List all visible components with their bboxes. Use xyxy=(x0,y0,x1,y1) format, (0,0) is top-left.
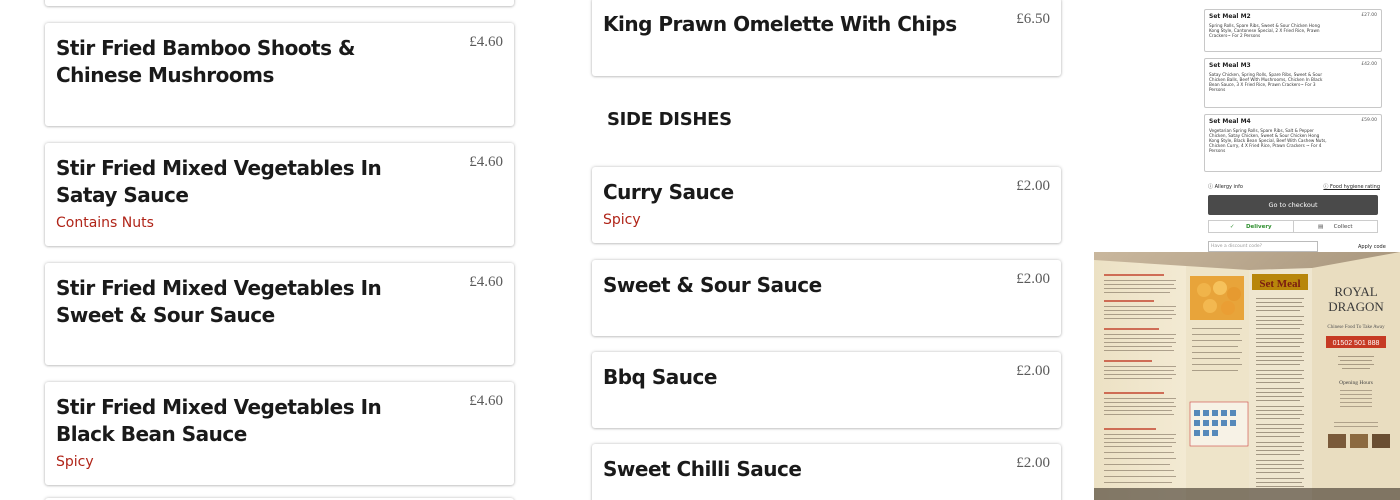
set-meal-price: £27.00 xyxy=(1361,13,1377,18)
item-name: Sweet & Sour Sauce xyxy=(603,273,822,297)
item-price: £2.00 xyxy=(1016,178,1050,194)
info-links-row: ⓘ Allergy info ⓘ Food hygiene rating xyxy=(1208,183,1380,192)
apply-code-link: Apply code xyxy=(1358,244,1386,250)
item-note: Contains Nuts xyxy=(56,215,154,231)
item-name: King Prawn Omelette With Chips xyxy=(603,12,957,36)
menu-item-card[interactable]: Sweet & Sour Sauce £2.00 xyxy=(592,260,1061,336)
brand-phone: 01502 501 888 xyxy=(1333,340,1380,347)
cart-preview-image: Set Meal M2 £27.00 Spring Rolls, Spare R… xyxy=(1094,0,1400,252)
takeaway-menu-photo: Set Meal ROYAL DRAGON Chinese Food To Tak… xyxy=(1094,252,1400,500)
set-meal-panel-title: Set Meal xyxy=(1259,278,1300,290)
item-price: £2.00 xyxy=(1016,455,1050,471)
set-meal-desc: Satay Chicken, Spring Rolls, Spare Ribs,… xyxy=(1209,72,1323,92)
item-name: Sweet Chilli Sauce xyxy=(603,457,802,481)
item-note: Spicy xyxy=(603,212,641,228)
item-name: Curry Sauce xyxy=(603,180,734,204)
set-meal-name: Set Meal M2 xyxy=(1209,13,1251,20)
menu-photo-image: Set Meal ROYAL DRAGON Chinese Food To Tak… xyxy=(1094,252,1400,500)
collect-option: ▤ Collect xyxy=(1317,223,1353,230)
delivery-option: ✓ Delivery xyxy=(1209,221,1294,232)
item-name: Stir Fried Mixed Vegetables In Satay Sau… xyxy=(56,156,382,207)
menu-item-card[interactable]: Curry Sauce £2.00 Spicy xyxy=(592,167,1061,243)
brand-title: ROYAL DRAGON xyxy=(1328,284,1384,314)
menu-item-card[interactable]: Stir Fried Mixed Vegetables In Black Bea… xyxy=(45,382,514,485)
checkout-button: Go to checkout xyxy=(1208,195,1378,215)
menu-item-card[interactable]: Bbq Sauce £2.00 xyxy=(592,352,1061,428)
item-price: £4.60 xyxy=(469,34,503,50)
item-price: £2.00 xyxy=(1016,271,1050,287)
set-meal-box: Set Meal M4 £59.00 Vegetarian Spring Rol… xyxy=(1204,114,1382,172)
menu-item-card[interactable]: Stir Fried Mixed Vegetables In Sweet & S… xyxy=(45,263,514,365)
brand-tagline: Chinese Food To Take Away xyxy=(1327,325,1385,330)
item-price: £4.60 xyxy=(469,274,503,290)
discount-code-input: Have a discount code? xyxy=(1208,241,1318,252)
item-note: Spicy xyxy=(56,454,94,470)
set-meal-box: Set Meal M3 £42.00 Satay Chicken, Spring… xyxy=(1204,58,1382,108)
section-title-side-dishes: SIDE DISHES xyxy=(607,109,732,130)
item-name: Bbq Sauce xyxy=(603,365,717,389)
item-price: £2.00 xyxy=(1016,363,1050,379)
set-meal-name: Set Meal M3 xyxy=(1209,62,1251,69)
menu-item-card[interactable]: Sweet Chilli Sauce £2.00 xyxy=(592,444,1061,500)
menu-item-card[interactable]: King Prawn Omelette With Chips £6.50 xyxy=(592,0,1061,76)
set-meal-name: Set Meal M4 xyxy=(1209,118,1251,125)
set-meal-box: Set Meal M2 £27.00 Spring Rolls, Spare R… xyxy=(1204,9,1382,52)
menu-item-card[interactable]: Stir Fried Mixed Vegetables In Satay Sau… xyxy=(45,143,514,246)
delivery-collect-toggle: ✓ Delivery ▤ Collect xyxy=(1208,220,1378,233)
set-meal-desc: Spring Rolls, Spare Ribs, Sweet & Sour C… xyxy=(1209,23,1320,38)
opening-hours-title: Opening Hours xyxy=(1339,380,1373,386)
set-meal-desc: Vegetarian Spring Rolls, Spare Ribs, Sal… xyxy=(1209,128,1327,153)
food-hygiene-link: ⓘ Food hygiene rating xyxy=(1323,184,1380,190)
menu-item-card[interactable] xyxy=(45,0,514,6)
menu-item-card[interactable]: Stir Fried Bamboo Shoots & Chinese Mushr… xyxy=(45,23,514,126)
set-meal-price: £59.00 xyxy=(1361,118,1377,123)
item-price: £4.60 xyxy=(469,393,503,409)
item-name: Stir Fried Bamboo Shoots & Chinese Mushr… xyxy=(56,36,355,87)
item-name: Stir Fried Mixed Vegetables In Black Bea… xyxy=(56,395,382,446)
item-name: Stir Fried Mixed Vegetables In Sweet & S… xyxy=(56,276,382,327)
item-price: £6.50 xyxy=(1016,11,1050,27)
set-meal-price: £42.00 xyxy=(1361,62,1377,67)
allergy-info-link: ⓘ Allergy info xyxy=(1208,184,1243,190)
item-price: £4.60 xyxy=(469,154,503,170)
